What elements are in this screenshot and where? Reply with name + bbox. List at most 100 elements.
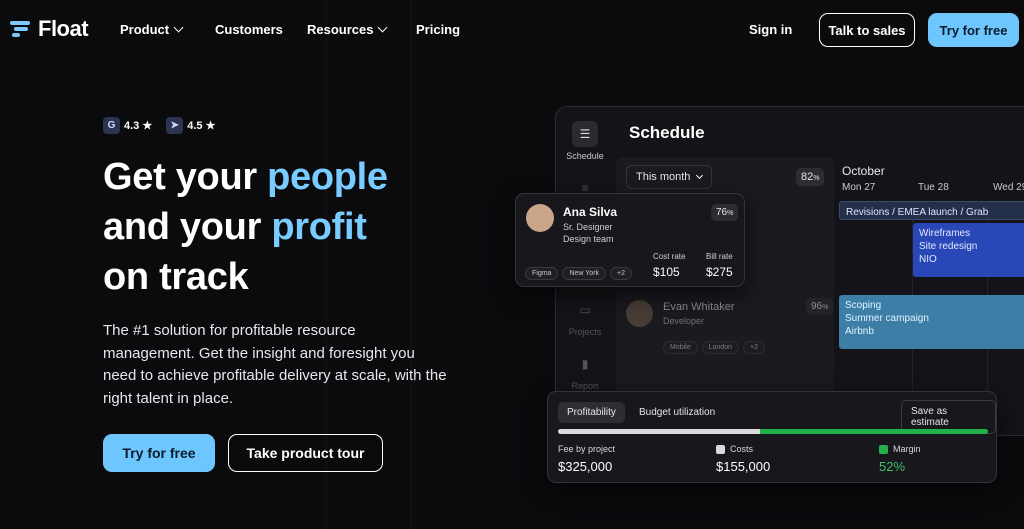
cost-rate-value: $105 [653, 265, 680, 279]
sign-in-label: Sign in [749, 22, 793, 37]
costs-value: $155,000 [716, 459, 771, 474]
rail-schedule[interactable]: ☰ Schedule [556, 121, 614, 161]
calendar-day: Wed 29 [993, 182, 1024, 193]
calendar-month: October [842, 164, 885, 178]
costs-stat: Costs $155,000 [716, 444, 770, 474]
task-project: Summer campaign [845, 313, 929, 324]
task-client: NIO [919, 254, 937, 265]
person-card-ana[interactable]: Ana Silva Sr. Designer Design team 76% F… [515, 193, 745, 287]
tab-budget-utilization[interactable]: Budget utilization [630, 402, 724, 423]
capterra-rating: ➤ 4.5 ★ [166, 117, 215, 134]
nav-resources[interactable]: Resources [307, 22, 388, 37]
headline-text: Get your [103, 156, 268, 198]
avatar [626, 300, 653, 327]
rail-projects-label: Projects [568, 327, 602, 337]
fee-value: $325,000 [558, 459, 613, 474]
bill-rate-value: $275 [706, 265, 733, 279]
person-role: Developer [663, 316, 705, 326]
headline-text: on track [103, 256, 249, 298]
schedule-icon: ☰ [572, 121, 598, 147]
task-label: Scoping [845, 300, 882, 311]
month-filter-label: This month [636, 171, 691, 183]
utilization-value: 82 [801, 171, 814, 183]
person-team: Design team [563, 234, 614, 244]
margin-swatch [879, 444, 888, 454]
margin-value: 52% [879, 459, 906, 474]
utilization-value: 76 [716, 207, 728, 218]
nav-customers-label: Customers [215, 22, 283, 37]
capterra-icon: ➤ [166, 117, 184, 134]
task-label: Wireframes [919, 228, 971, 239]
nav-customers[interactable]: Customers [215, 22, 283, 37]
calendar-day: Mon 27 [842, 182, 876, 193]
avatar [526, 204, 554, 232]
bill-rate-label: Bill rate [706, 252, 733, 261]
cost-rate-label: Cost rate [653, 252, 686, 261]
costs-label: Costs [730, 444, 754, 454]
chevron-down-icon [378, 22, 388, 33]
nav-pricing[interactable]: Pricing [416, 22, 460, 37]
tag-chip: Figma [525, 267, 559, 280]
rail-report[interactable]: ▮ Report [556, 351, 614, 391]
margin-stat: Margin 52% [879, 444, 921, 474]
g2-rating: G 4.3 ★ [103, 117, 152, 134]
tag-chip: +2 [610, 267, 633, 280]
capterra-rating-value: 4.5 ★ [187, 120, 216, 132]
tag-chip: Mobile [663, 341, 698, 354]
product-tour-button[interactable]: Take product tour [228, 434, 383, 472]
hero-lead: The #1 solution for profitable resource … [103, 322, 447, 407]
task-client: Airbnb [845, 326, 874, 337]
hero-try-free-button[interactable]: Try for free [103, 434, 215, 472]
costs-bar-fill [558, 429, 761, 434]
tab-profitability[interactable]: Profitability [558, 402, 625, 423]
margin-label: Margin [893, 444, 921, 454]
profitability-bar [558, 429, 988, 434]
float-logo[interactable]: Float [10, 16, 89, 42]
tag-list: Figma New York +2 [525, 262, 636, 280]
top-nav: Float Product Customers Resources Pricin… [0, 0, 1024, 60]
tag-list: Mobile London +2 [663, 336, 769, 354]
tag-chip: London [701, 341, 739, 354]
headline-highlight: people [267, 156, 388, 198]
person-name: Evan Whitaker [663, 301, 735, 313]
person-role: Sr. Designer [563, 222, 613, 232]
nav-product[interactable]: Product [120, 22, 184, 37]
ratings: G 4.3 ★ ➤ 4.5 ★ [103, 117, 215, 134]
task-wireframes[interactable]: Wireframes Site redesign NIO [913, 223, 1024, 277]
sign-in-link[interactable]: Sign in [749, 22, 792, 37]
task-scoping[interactable]: Scoping Summer campaign Airbnb [839, 295, 1024, 349]
nav-resources-label: Resources [307, 22, 374, 37]
talk-to-sales-button[interactable]: Talk to sales [819, 13, 915, 47]
headline-highlight: profit [271, 206, 367, 248]
hero-headline: Get your people and your profit on track [103, 152, 388, 302]
chart-icon: ▮ [581, 357, 589, 371]
person-name: Ana Silva [563, 205, 618, 219]
nav-product-label: Product [120, 22, 170, 37]
utilization-badge: 76% [711, 204, 739, 221]
month-filter[interactable]: This month [626, 165, 713, 189]
headline-text: and your [103, 206, 272, 248]
margin-bar-fill [760, 429, 988, 434]
utilization-badge: 96% [806, 298, 834, 315]
task-label: Revisions / EMEA launch / Grab [846, 207, 989, 218]
g2-icon: G [103, 117, 120, 134]
rail-schedule-label: Schedule [566, 151, 604, 161]
chevron-down-icon [696, 171, 704, 180]
utilization-value: 96 [811, 301, 823, 312]
tag-chip: +2 [742, 341, 765, 354]
g2-rating-value: 4.3 ★ [124, 120, 153, 132]
rail-projects[interactable]: ▭ Projects [556, 297, 614, 337]
rail-report-label: Report [571, 381, 599, 391]
nav-try-free-button[interactable]: Try for free [928, 13, 1019, 47]
schedule-title: Schedule [629, 123, 705, 142]
person-row-evan[interactable]: Evan Whitaker Developer 96% Mobile London… [616, 292, 834, 354]
brand-name: Float [38, 16, 89, 41]
task-revisions[interactable]: Revisions / EMEA launch / Grab [839, 201, 1024, 220]
task-project: Site redesign [919, 241, 978, 252]
calendar-day: Tue 28 [918, 182, 949, 193]
tag-chip: New York [562, 267, 607, 280]
float-logo-icon [10, 19, 34, 39]
folder-icon: ▭ [579, 303, 591, 317]
nav-pricing-label: Pricing [416, 22, 461, 37]
chevron-down-icon [173, 22, 184, 33]
